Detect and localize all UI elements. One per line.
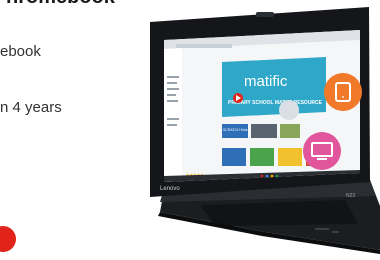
app-tile xyxy=(222,148,246,166)
product-banner: hromebook ebook n 4 years matific PRIMAR… xyxy=(0,0,380,260)
model-badge: N23 xyxy=(346,193,355,199)
monitor-icon xyxy=(303,132,341,170)
banner-character xyxy=(279,100,299,120)
banner-title: matific xyxy=(244,73,288,90)
webcam xyxy=(256,12,274,17)
app-tile xyxy=(251,124,277,138)
banner-subtitle: PRIMARY SCHOOL MATHS RESOURCE xyxy=(228,100,323,106)
laptop-image: matific PRIMARY SCHOOL MATHS RESOURCE SC… xyxy=(150,7,380,254)
app-tile xyxy=(280,124,300,138)
tablet-icon xyxy=(324,73,362,111)
app-tile xyxy=(278,148,302,166)
bezel-brand: Lenovo xyxy=(160,186,180,192)
play-icon xyxy=(233,93,243,103)
app-tile xyxy=(250,148,274,166)
app-tile-label: SCRATCH Kids xyxy=(223,128,248,132)
